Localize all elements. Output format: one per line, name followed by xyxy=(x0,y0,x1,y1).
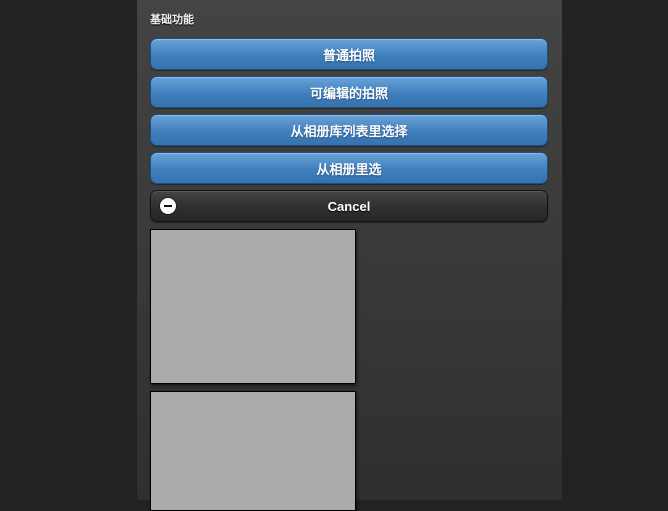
section-title: 基础功能 xyxy=(150,14,194,26)
pick-from-library-list-button[interactable]: 从相册库列表里选择 xyxy=(150,114,548,146)
take-photo-label: 普通拍照 xyxy=(322,47,375,63)
photo-placeholder-2 xyxy=(150,391,356,511)
pick-from-album-label: 从相册里选 xyxy=(316,161,382,177)
pick-from-library-list-label: 从相册库列表里选择 xyxy=(290,123,408,139)
editable-photo-label: 可编辑的拍照 xyxy=(309,85,388,101)
editable-photo-button[interactable]: 可编辑的拍照 xyxy=(150,76,548,108)
pick-from-album-button[interactable]: 从相册里选 xyxy=(150,152,548,184)
content-panel: 基础功能 普通拍照 可编辑的拍照 从相册库列表里选择 从相册里选 Cancel xyxy=(137,0,562,511)
cancel-button[interactable]: Cancel xyxy=(150,190,548,222)
take-photo-button[interactable]: 普通拍照 xyxy=(150,38,548,70)
cancel-label: Cancel xyxy=(327,198,371,214)
photo-placeholder-1 xyxy=(150,229,356,384)
minus-circle-icon xyxy=(160,198,176,214)
